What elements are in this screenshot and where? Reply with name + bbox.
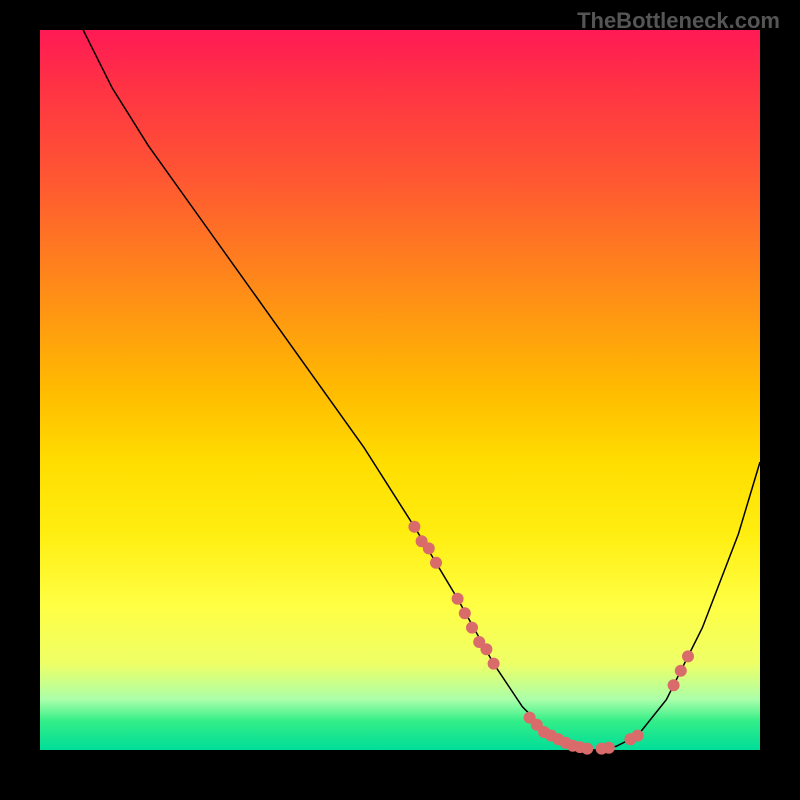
data-point	[408, 521, 420, 533]
data-point	[452, 593, 464, 605]
data-point	[466, 622, 478, 634]
bottleneck-curve	[83, 30, 760, 750]
data-point	[423, 542, 435, 554]
data-point	[480, 643, 492, 655]
data-point	[603, 742, 615, 754]
chart-container: TheBottleneck.com	[0, 0, 800, 800]
data-point	[682, 650, 694, 662]
data-point	[581, 743, 593, 755]
data-point	[459, 607, 471, 619]
data-point	[488, 658, 500, 670]
chart-svg	[0, 0, 800, 800]
data-point	[430, 557, 442, 569]
data-point	[675, 665, 687, 677]
data-point	[632, 730, 644, 742]
data-point	[668, 679, 680, 691]
watermark-text: TheBottleneck.com	[577, 8, 780, 34]
